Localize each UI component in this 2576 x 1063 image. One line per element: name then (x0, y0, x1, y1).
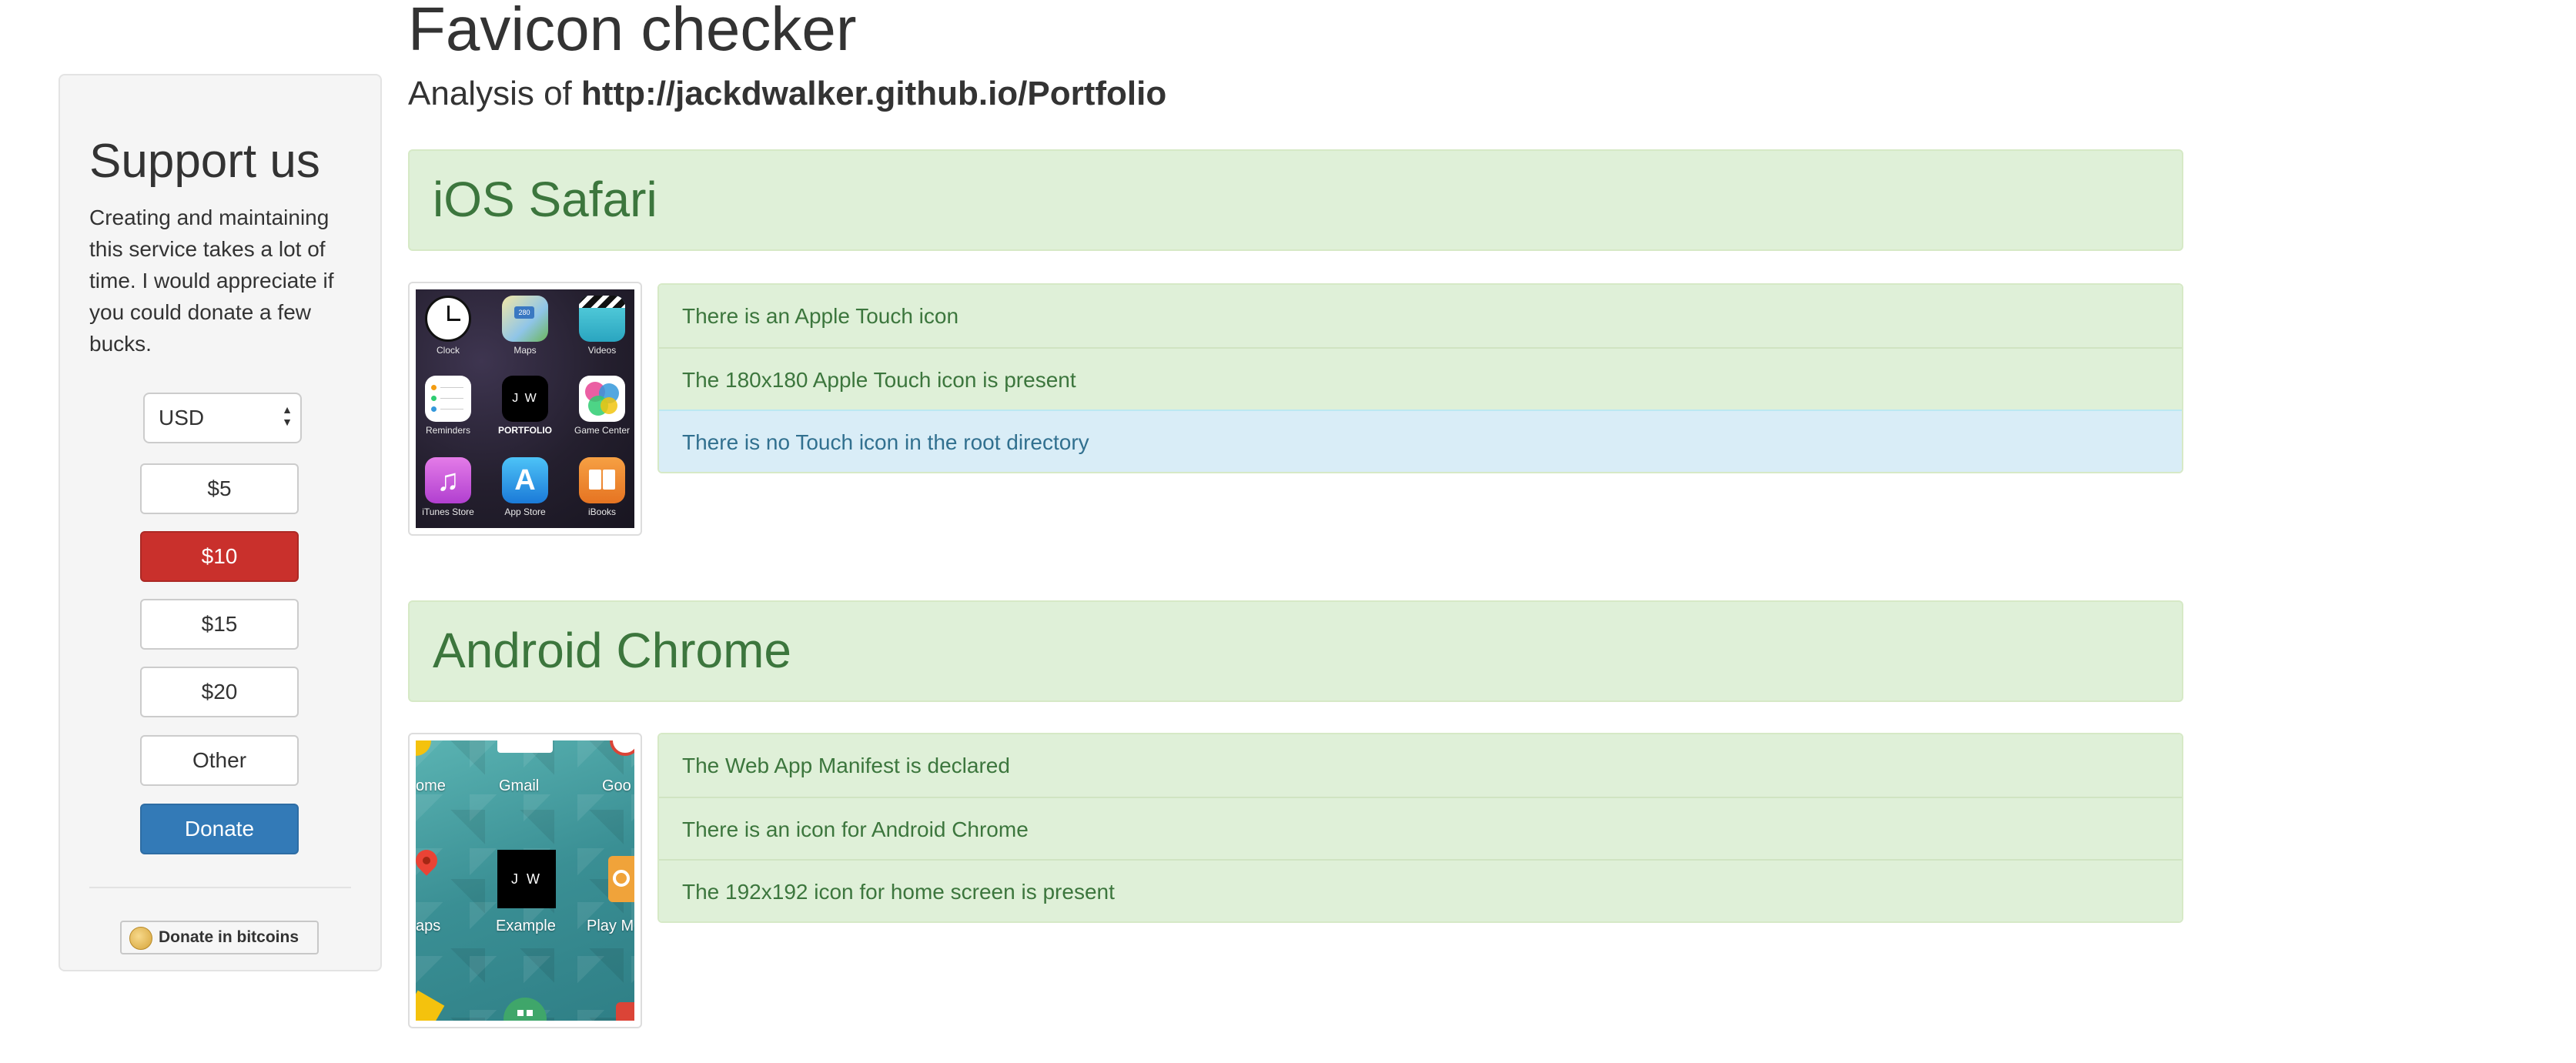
analysis-subtitle: Analysis of http://jackdwalker.github.io… (408, 74, 1166, 115)
app-label: Goo (602, 777, 631, 794)
analyzed-url: http://jackdwalker.github.io/Portfolio (581, 75, 1167, 112)
android-home-screen: ome Gmail Goo J W aps Example Play M (416, 740, 634, 1021)
android-check-item: The 192x192 icon for home screen is pres… (659, 859, 2182, 921)
app-itunes-store: ♫ iTunes Store (416, 457, 487, 517)
book-icon (579, 457, 625, 503)
ios-check-item: There is no Touch icon in the root direc… (659, 409, 2182, 472)
amount-button-15[interactable]: $15 (140, 599, 299, 650)
ios-section-title: iOS Safari (433, 172, 657, 227)
android-check-item: There is an icon for Android Chrome (659, 797, 2182, 859)
donate-button[interactable]: Donate (140, 804, 299, 854)
portfolio-icon: J W (502, 376, 548, 422)
amount-button-5[interactable]: $5 (140, 463, 299, 514)
app-label: Videos (587, 345, 617, 356)
videos-icon (579, 296, 625, 342)
android-check-item: The Web App Manifest is declared (659, 734, 2182, 797)
example-icon: J W (497, 850, 556, 908)
amount-button-other[interactable]: Other (140, 735, 299, 786)
youtube-icon (616, 1002, 634, 1021)
android-section-title: Android Chrome (433, 623, 791, 678)
sidebar-divider (89, 887, 351, 888)
app-app-store: A App Store (487, 457, 564, 517)
drive-icon (416, 990, 445, 1021)
app-label: iBooks (587, 506, 617, 517)
select-arrows-icon: ▲ ▼ (282, 403, 293, 428)
reminders-icon (425, 376, 471, 422)
app-label: Clock (436, 345, 460, 356)
chrome-icon (416, 740, 431, 756)
clock-icon (425, 296, 471, 342)
ios-section-header: iOS Safari (408, 149, 2183, 251)
ios-checks-list: There is an Apple Touch icon The 180x180… (657, 283, 2183, 473)
maps-pin-icon (416, 845, 442, 884)
app-label: ome (416, 777, 446, 794)
app-drawer-icon (503, 998, 547, 1021)
app-label: aps (416, 918, 441, 934)
app-game-center: Game Center (564, 376, 634, 436)
maps-badge: 280 (514, 306, 534, 319)
currency-select[interactable]: USD ▲ ▼ (143, 393, 302, 443)
support-panel: Support us Creating and maintaining this… (59, 74, 382, 971)
app-reminders: Reminders (416, 376, 487, 436)
amount-button-10[interactable]: $10 (140, 531, 299, 582)
play-music-icon (608, 856, 634, 902)
music-note-icon: ♫ (425, 457, 471, 503)
support-title: Support us (89, 135, 320, 188)
app-store-icon: A (502, 457, 548, 503)
ios-preview: Clock 280 Maps Videos Reminders J W PORT… (408, 282, 642, 536)
page-title: Favicon checker (408, 0, 857, 63)
subtitle-prefix: Analysis of (408, 75, 572, 112)
ios-home-screen: Clock 280 Maps Videos Reminders J W PORT… (416, 289, 634, 528)
app-label: Game Center (574, 425, 631, 436)
android-section-header: Android Chrome (408, 600, 2183, 702)
app-label: Play M (587, 918, 634, 934)
android-checks-list: The Web App Manifest is declared There i… (657, 733, 2183, 923)
gmail-icon (497, 740, 553, 753)
amount-button-20[interactable]: $20 (140, 667, 299, 717)
app-videos: Videos (564, 296, 634, 356)
app-label: Reminders (425, 425, 471, 436)
ios-check-item: The 180x180 Apple Touch icon is present (659, 347, 2182, 409)
game-center-icon (579, 376, 625, 422)
app-label: Gmail (499, 777, 540, 794)
android-preview: ome Gmail Goo J W aps Example Play M (408, 733, 642, 1028)
app-label: PORTFOLIO (498, 425, 552, 436)
maps-icon: 280 (502, 296, 548, 342)
app-clock: Clock (416, 296, 487, 356)
app-portfolio: J W PORTFOLIO (487, 376, 564, 436)
app-ibooks: iBooks (564, 457, 634, 517)
app-label: Example (496, 918, 556, 934)
app-label: App Store (504, 506, 546, 517)
bitcoin-label: Donate in bitcoins (159, 928, 299, 946)
app-label: Maps (514, 345, 537, 356)
app-maps: 280 Maps (487, 296, 564, 356)
ios-check-item: There is an Apple Touch icon (659, 285, 2182, 347)
app-label: iTunes Store (422, 506, 474, 517)
bitcoin-icon (129, 927, 152, 950)
support-text: Creating and maintaining this service ta… (89, 206, 334, 356)
currency-value: USD (159, 406, 205, 430)
google-icon (610, 740, 634, 756)
bitcoin-donate-button[interactable]: Donate in bitcoins (120, 921, 319, 954)
